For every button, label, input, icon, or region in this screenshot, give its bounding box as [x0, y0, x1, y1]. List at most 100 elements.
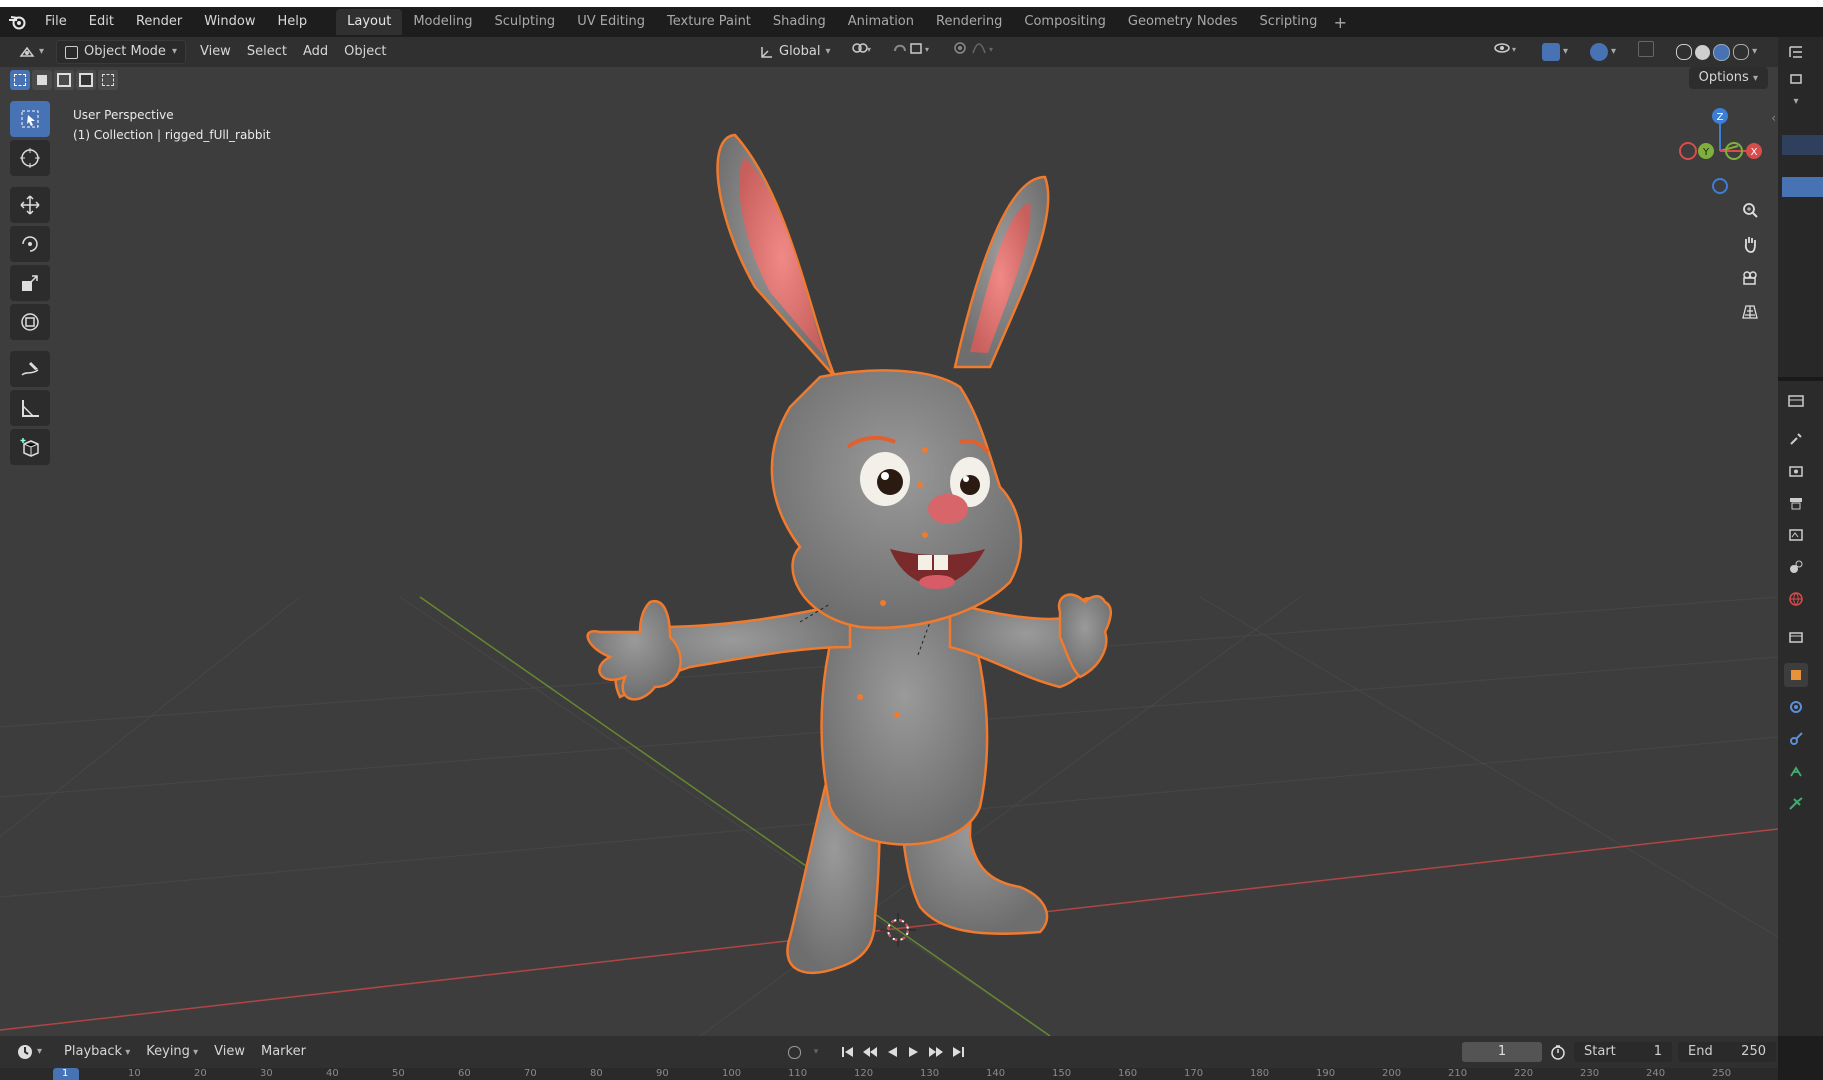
camera-view-icon[interactable]	[1735, 263, 1765, 293]
menu-add[interactable]: Add	[295, 41, 336, 63]
sidebar-toggle-icon[interactable]: ‹	[1771, 111, 1776, 125]
rotate-tool-icon[interactable]	[10, 226, 50, 262]
tool-settings-icon[interactable]	[1784, 427, 1808, 451]
tab-scripting[interactable]: Scripting	[1249, 9, 1329, 35]
editor-type-icon[interactable]: ▾	[10, 41, 52, 63]
tab-texture-paint[interactable]: Texture Paint	[656, 9, 762, 35]
output-properties-icon[interactable]	[1784, 491, 1808, 515]
snap-toggle-icon[interactable]: ▾	[885, 41, 941, 63]
scene-properties-icon[interactable]	[1784, 555, 1808, 579]
jump-to-keyframe-prev-icon[interactable]	[860, 1042, 880, 1062]
rabbit-model[interactable]	[586, 133, 1112, 975]
tab-compositing[interactable]: Compositing	[1013, 9, 1117, 35]
menu-render[interactable]: Render	[125, 10, 193, 34]
select-extend-icon[interactable]	[32, 70, 52, 90]
3d-viewport[interactable]: ▾ Object Mode ▾ View Select Add Object G…	[0, 37, 1778, 1036]
auto-keying-icon[interactable]	[784, 1042, 804, 1062]
transform-tool-icon[interactable]	[10, 304, 50, 340]
wireframe-shading-icon[interactable]	[1676, 44, 1693, 60]
current-frame-field[interactable]: 1	[1462, 1042, 1542, 1062]
stopwatch-icon[interactable]	[1548, 1042, 1568, 1062]
timeline-ruler[interactable]: 1 10 20 30 40 50 60 70 80 90 100 110 120 130 140 150 160…	[0, 1068, 1778, 1080]
jump-to-keyframe-next-icon[interactable]	[926, 1042, 946, 1062]
zoom-icon[interactable]	[1735, 195, 1765, 225]
physics-properties-icon[interactable]	[1784, 727, 1808, 751]
navigation-gizmo[interactable]: Z Y X	[1670, 101, 1770, 211]
outliner-panel[interactable]: ▾	[1778, 37, 1823, 377]
blender-logo-icon[interactable]	[0, 7, 34, 37]
pivot-point-icon[interactable]: ▾	[843, 41, 881, 63]
select-invert-icon[interactable]	[76, 70, 96, 90]
start-frame-field[interactable]: Start 1	[1574, 1042, 1672, 1062]
gizmo-neg-z-axis[interactable]	[1712, 178, 1728, 194]
mode-dropdown[interactable]: Object Mode ▾	[56, 40, 186, 64]
select-box-tool-icon[interactable]	[10, 101, 50, 137]
marker-menu[interactable]: Marker	[253, 1041, 314, 1063]
outliner-row-active[interactable]	[1782, 177, 1823, 197]
menu-help[interactable]: Help	[267, 10, 319, 34]
timeline-editor[interactable]: ▾ Playback ▾ Keying ▾ View Marker ▾ 1 St…	[0, 1036, 1778, 1080]
gizmo-neg-x-axis[interactable]	[1679, 142, 1697, 160]
scale-tool-icon[interactable]	[10, 265, 50, 301]
end-frame-field[interactable]: End 250	[1678, 1042, 1776, 1062]
visibility-eye-icon[interactable]: ▾	[1486, 41, 1528, 63]
overlays-toggle-icon[interactable]: ▾	[1582, 41, 1624, 63]
menu-select[interactable]: Select	[239, 41, 295, 63]
menu-edit[interactable]: Edit	[78, 10, 125, 34]
outliner-editor-icon[interactable]	[1784, 40, 1808, 64]
select-intersect-icon[interactable]	[98, 70, 118, 90]
chevron-down-icon[interactable]: ▾	[806, 1042, 826, 1062]
collection-properties-icon[interactable]	[1784, 625, 1808, 649]
world-properties-icon[interactable]	[1784, 587, 1808, 611]
options-dropdown[interactable]: Options ▾	[1688, 67, 1768, 89]
object-constraint-icon[interactable]	[1784, 759, 1808, 783]
perspective-toggle-icon[interactable]	[1735, 297, 1765, 327]
solid-shading-icon[interactable]	[1695, 44, 1711, 60]
outliner-row-selected[interactable]	[1782, 135, 1823, 155]
playback-menu[interactable]: Playback ▾	[56, 1041, 138, 1063]
transform-orientation-dropdown[interactable]: Global ▾	[752, 41, 839, 63]
material-shading-icon[interactable]	[1713, 43, 1731, 61]
annotate-tool-icon[interactable]	[10, 351, 50, 387]
tab-shading[interactable]: Shading	[762, 9, 837, 35]
jump-to-end-icon[interactable]	[948, 1042, 968, 1062]
proportional-editing-icon[interactable]: ▾	[945, 41, 1005, 63]
render-properties-icon[interactable]	[1784, 459, 1808, 483]
move-tool-icon[interactable]	[10, 187, 50, 223]
gizmo-toggle-icon[interactable]: ▾	[1534, 41, 1576, 63]
view-layer-properties-icon[interactable]	[1784, 523, 1808, 547]
rendered-shading-icon[interactable]	[1733, 44, 1750, 60]
object-properties-icon[interactable]	[1784, 663, 1808, 687]
modifier-properties-icon[interactable]	[1784, 695, 1808, 719]
chevron-down-icon[interactable]: ▾	[1784, 89, 1808, 113]
add-workspace-button[interactable]: +	[1328, 13, 1352, 32]
select-subtract-icon[interactable]	[54, 70, 74, 90]
keying-menu[interactable]: Keying ▾	[138, 1041, 206, 1063]
tab-sculpting[interactable]: Sculpting	[483, 9, 566, 35]
select-new-icon[interactable]	[10, 70, 30, 90]
menu-file[interactable]: File	[34, 10, 78, 34]
jump-to-start-icon[interactable]	[838, 1042, 858, 1062]
play-reverse-icon[interactable]	[882, 1042, 902, 1062]
menu-window[interactable]: Window	[193, 10, 266, 34]
tab-uv-editing[interactable]: UV Editing	[566, 9, 656, 35]
menu-object[interactable]: Object	[336, 41, 394, 63]
filter-icon[interactable]	[1784, 67, 1808, 91]
object-data-icon[interactable]	[1784, 791, 1808, 815]
measure-tool-icon[interactable]	[10, 390, 50, 426]
cursor-tool-icon[interactable]	[10, 140, 50, 176]
properties-panel[interactable]	[1778, 381, 1823, 1036]
shading-mode-icons[interactable]: ▾	[1668, 41, 1765, 63]
tab-geometry-nodes[interactable]: Geometry Nodes	[1117, 9, 1249, 35]
timeline-editor-type-icon[interactable]: ▾	[8, 1041, 50, 1063]
tab-rendering[interactable]: Rendering	[925, 9, 1013, 35]
tab-layout[interactable]: Layout	[336, 9, 403, 35]
properties-editor-icon[interactable]	[1784, 389, 1808, 413]
tab-animation[interactable]: Animation	[837, 9, 925, 35]
play-icon[interactable]	[904, 1042, 924, 1062]
timeline-view-menu[interactable]: View	[206, 1041, 253, 1063]
add-cube-tool-icon[interactable]	[10, 429, 50, 465]
xray-toggle-icon[interactable]	[1630, 41, 1662, 63]
menu-view[interactable]: View	[192, 41, 239, 63]
pan-hand-icon[interactable]	[1735, 229, 1765, 259]
